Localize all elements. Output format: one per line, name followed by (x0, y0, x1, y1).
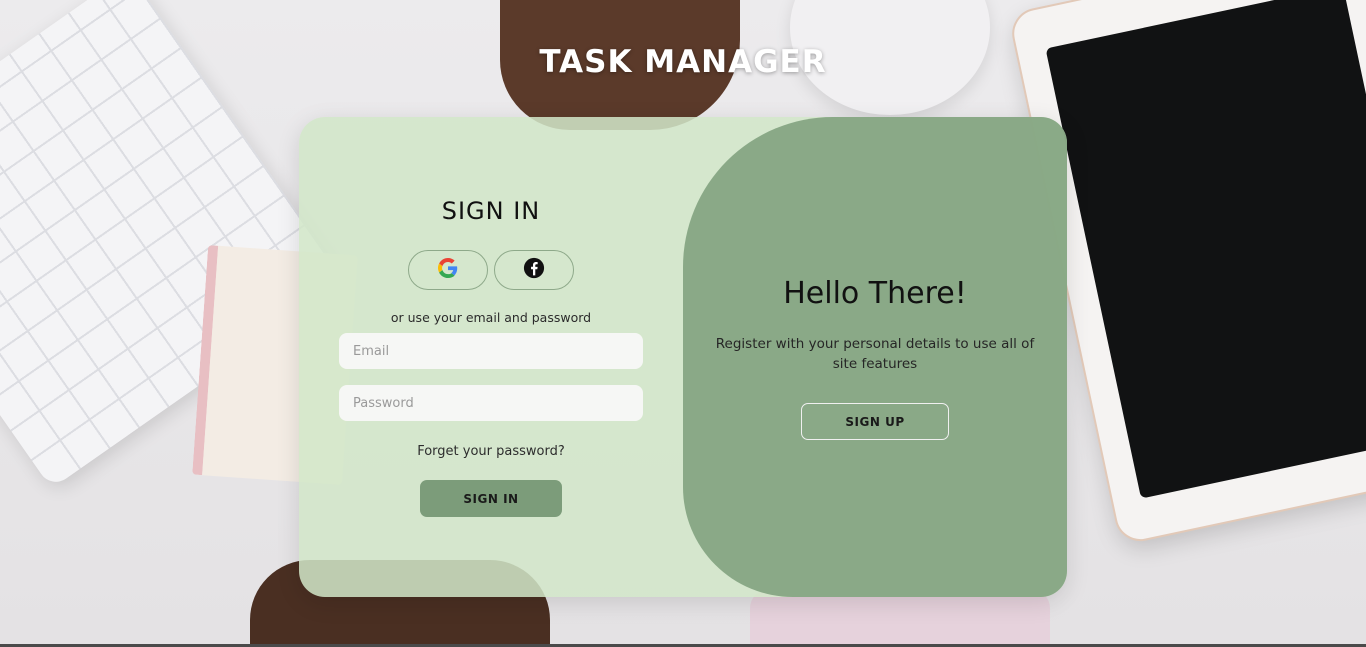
sleeve-image (750, 590, 1050, 647)
facebook-icon (523, 257, 545, 283)
password-input[interactable] (339, 385, 643, 421)
signin-button[interactable]: SIGN IN (420, 480, 562, 517)
signup-heading: Hello There! (783, 276, 967, 311)
signin-panel: SIGN IN or use your email and password E… (299, 117, 683, 597)
signin-heading: SIGN IN (441, 197, 541, 225)
email-input[interactable] (339, 333, 643, 369)
facebook-login-button[interactable] (494, 250, 574, 290)
alt-login-hint: or use your email and password (390, 310, 592, 325)
signup-description: Register with your personal details to u… (715, 336, 1035, 372)
google-icon (438, 258, 458, 282)
login-page: TASK MANAGER SIGN IN or use your email a… (0, 0, 1366, 647)
app-title: TASK MANAGER (539, 44, 827, 80)
google-login-button[interactable] (408, 250, 488, 290)
signup-panel: Hello There! Register with your personal… (683, 117, 1067, 597)
social-login-row (408, 250, 574, 290)
auth-card: SIGN IN or use your email and password E… (299, 117, 1067, 597)
signup-button[interactable]: SIGN UP (801, 403, 949, 440)
forgot-password-link[interactable]: Forget your password? (299, 444, 683, 459)
